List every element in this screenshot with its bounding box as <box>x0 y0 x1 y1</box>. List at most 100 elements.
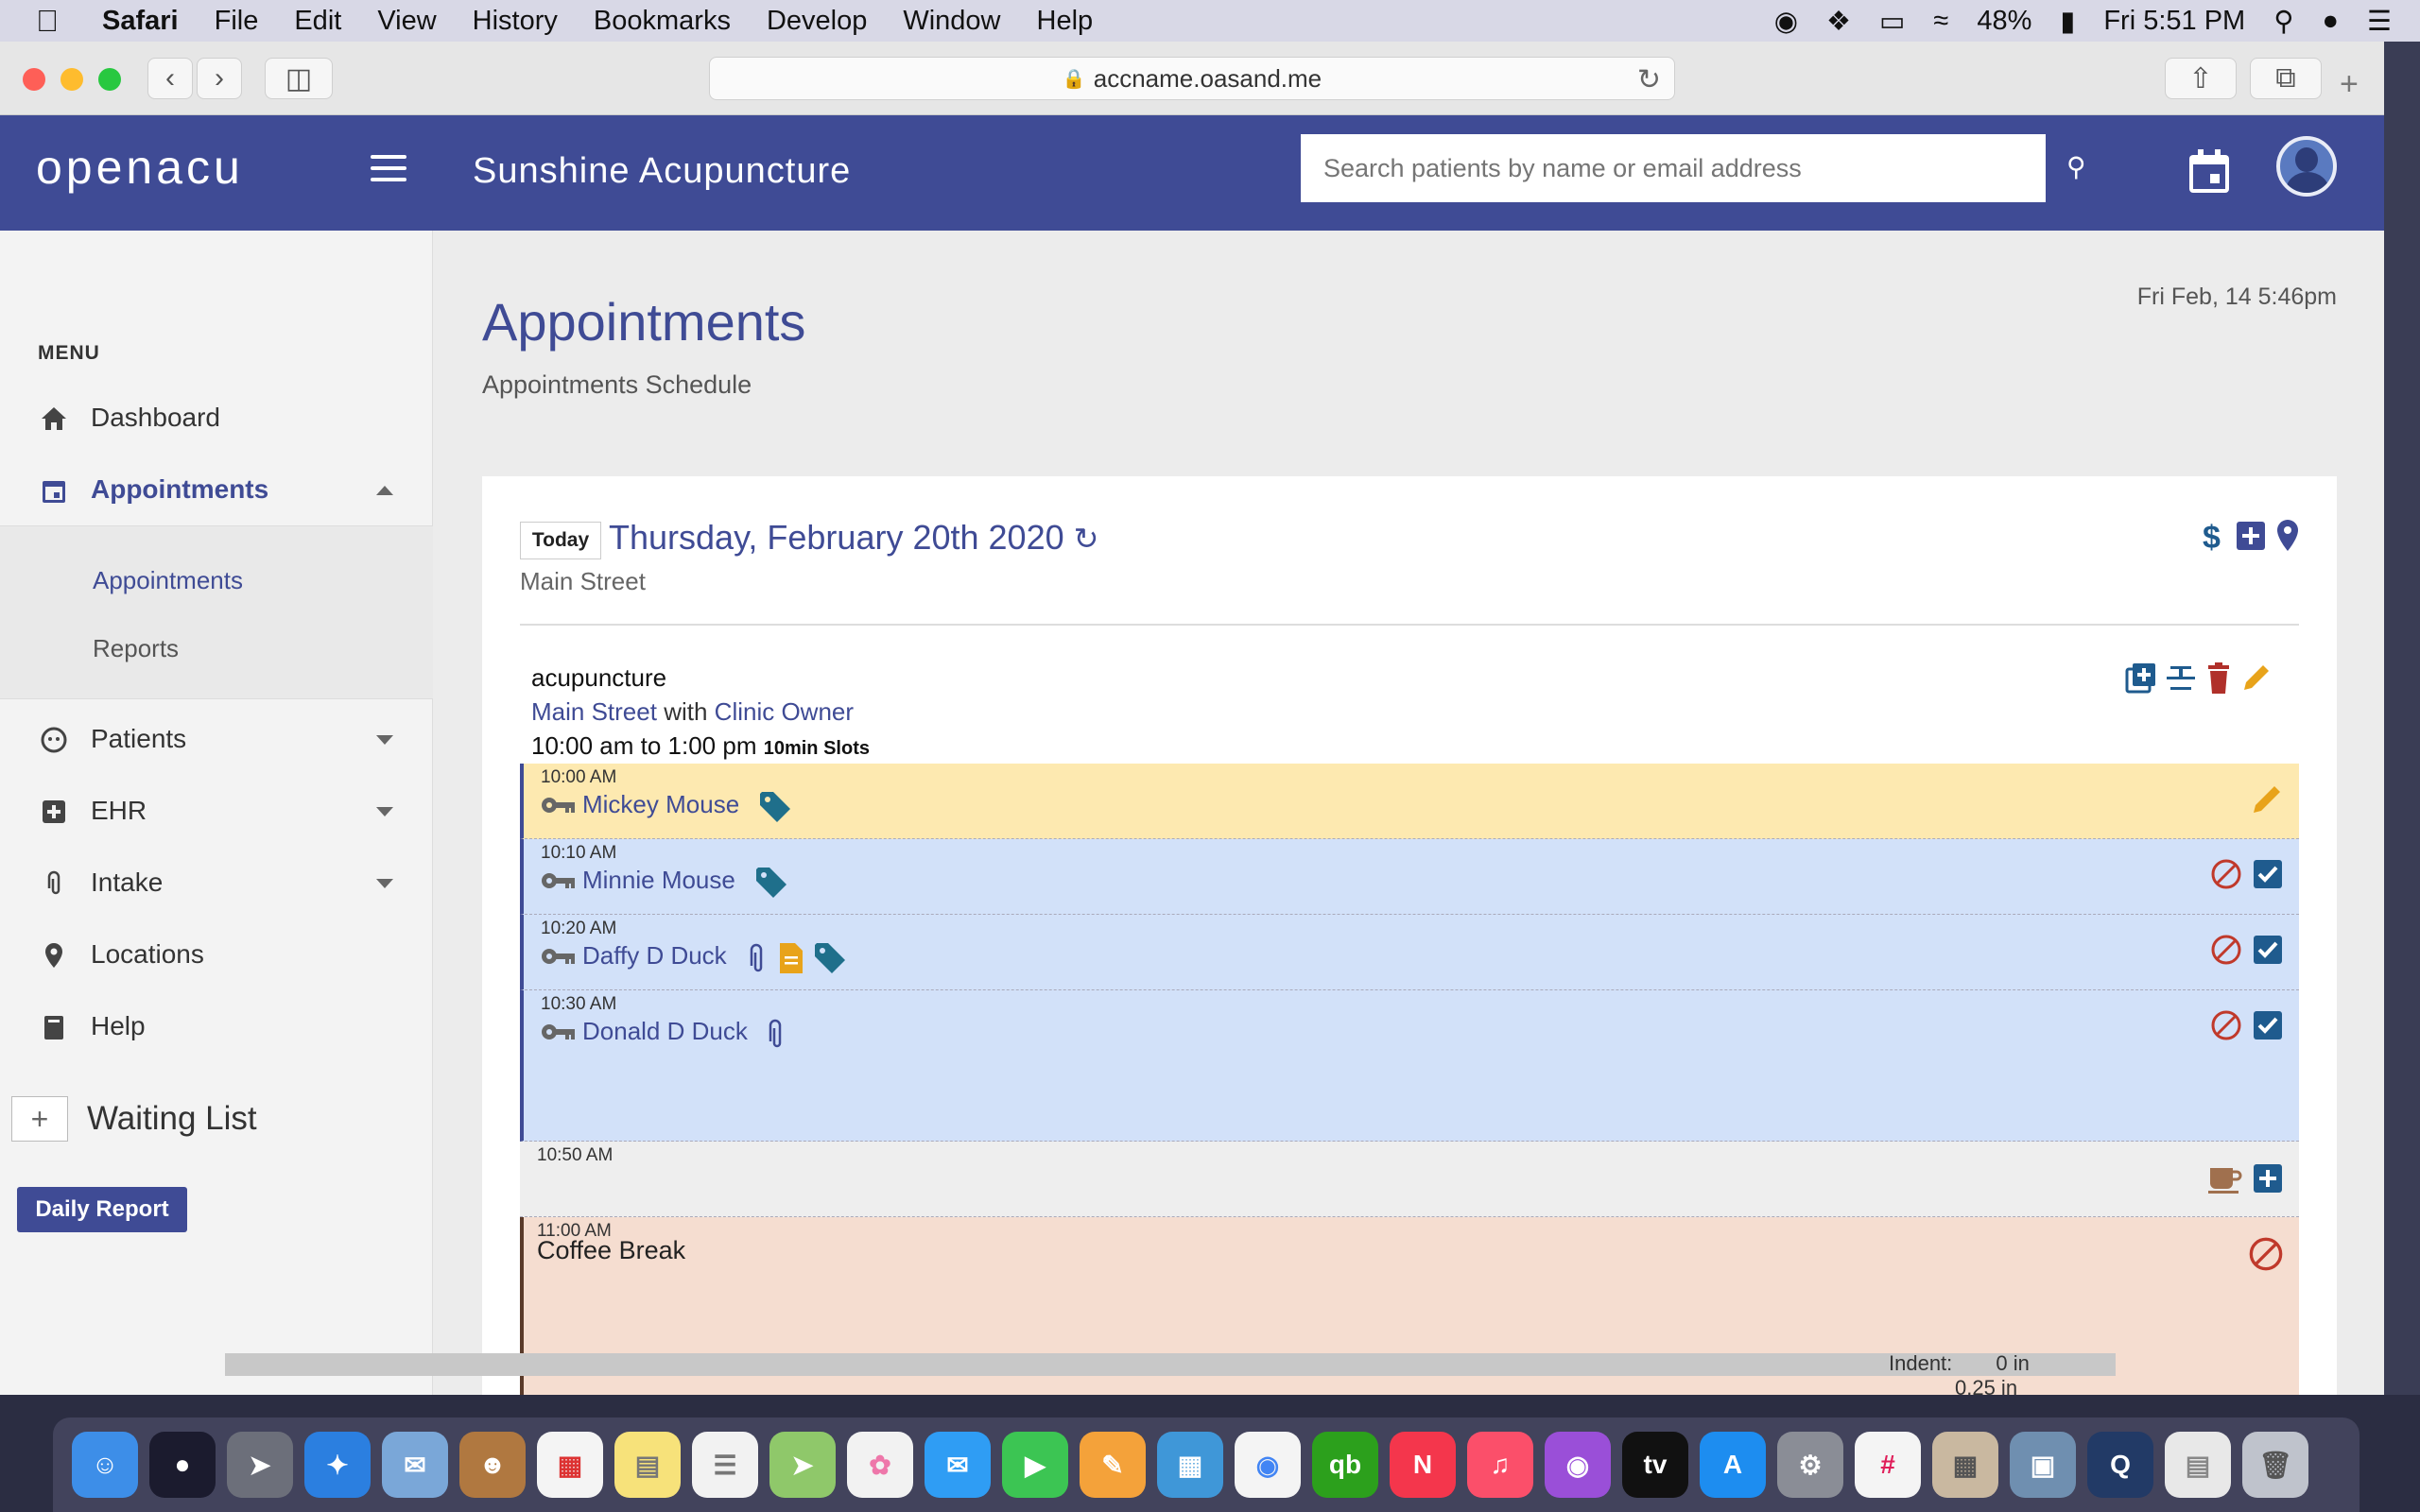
empty-slot[interactable]: 10:50 AM <box>520 1142 2299 1217</box>
sidebar-item-intake[interactable]: Intake <box>0 849 433 917</box>
menu-develop[interactable]: Develop <box>767 6 867 37</box>
zoom-window-button[interactable] <box>98 68 121 91</box>
paperclip-icon[interactable] <box>762 1017 788 1051</box>
podcasts-icon[interactable]: ◉ <box>1545 1432 1611 1498</box>
today-button[interactable]: Today <box>520 522 601 559</box>
app-store-icon[interactable]: A <box>1700 1432 1766 1498</box>
reminders-icon[interactable]: ☰ <box>692 1432 758 1498</box>
maps-icon[interactable]: ➤ <box>769 1432 836 1498</box>
tabs-overview-icon[interactable]: ⧉ <box>2250 58 2322 99</box>
contacts-icon[interactable]: ☻ <box>459 1432 526 1498</box>
block-location-link[interactable]: Main Street <box>531 697 657 726</box>
new-tab-icon[interactable]: + <box>2340 66 2359 103</box>
appointment-slot[interactable]: 10:10 AM Minnie Mouse <box>520 839 2299 915</box>
indent-value[interactable]: 0 in <box>1996 1351 2029 1375</box>
sidebar-item-dashboard[interactable]: Dashboard <box>0 384 433 452</box>
chevron-down-icon[interactable] <box>376 807 393 816</box>
notification-center-icon[interactable]: ☰ <box>2367 5 2392 38</box>
duplicate-add-icon[interactable] <box>2125 662 2157 696</box>
patient-name-link[interactable]: Mickey Mouse <box>582 790 739 819</box>
search-icon[interactable]: ⚲ <box>2066 151 2086 182</box>
hamburger-menu-icon[interactable] <box>371 155 406 189</box>
menu-window[interactable]: Window <box>903 6 1000 37</box>
trash-icon[interactable]: 🗑 <box>2242 1432 2308 1498</box>
document-icon[interactable] <box>777 941 805 975</box>
news-icon[interactable]: N <box>1390 1432 1456 1498</box>
tag-icon[interactable] <box>758 790 792 824</box>
spotlight-icon[interactable]: ⚲ <box>2273 5 2293 38</box>
finder-icon[interactable]: ☺ <box>72 1432 138 1498</box>
calendar-icon[interactable]: ▦ <box>537 1432 603 1498</box>
share-icon[interactable]: ⇧ <box>2165 58 2237 99</box>
launchpad-icon[interactable]: ➤ <box>227 1432 293 1498</box>
patient-name-link[interactable]: Donald D Duck <box>582 1017 748 1046</box>
cancel-icon[interactable] <box>2210 1009 2242 1041</box>
menu-view[interactable]: View <box>377 6 436 37</box>
subnav-appointments[interactable]: Appointments <box>93 566 243 595</box>
patient-name-link[interactable]: Daffy D Duck <box>582 941 727 971</box>
reload-icon[interactable]: ↻ <box>1637 63 1661 96</box>
menu-history[interactable]: History <box>473 6 558 37</box>
battery-percent[interactable]: 48% <box>1977 6 2031 37</box>
patient-name-link[interactable]: Minnie Mouse <box>582 866 735 895</box>
back-icon[interactable]: ‹ <box>147 58 193 99</box>
add-square-icon[interactable] <box>2252 1162 2284 1194</box>
music-icon[interactable]: ♫ <box>1467 1432 1533 1498</box>
chevron-down-icon[interactable] <box>376 735 393 745</box>
messages-icon[interactable]: ✉ <box>925 1432 991 1498</box>
appointment-slot[interactable]: 10:20 AM Daffy D Duck <box>520 915 2299 990</box>
notes-icon[interactable]: ▤ <box>614 1432 681 1498</box>
menu-edit[interactable]: Edit <box>294 6 341 37</box>
apple-icon[interactable]:  <box>36 4 70 39</box>
menu-app-safari[interactable]: Safari <box>102 6 179 37</box>
minimize-window-button[interactable] <box>60 68 83 91</box>
close-window-button[interactable] <box>23 68 45 91</box>
schedule-date[interactable]: Thursday, February 20th 2020 ↻ <box>609 518 1098 558</box>
appointment-slot[interactable]: 10:30 AM Donald D Duck <box>520 990 2299 1142</box>
refresh-icon[interactable]: ↻ <box>1074 522 1099 556</box>
slack-icon[interactable]: # <box>1855 1432 1921 1498</box>
quickbooks-icon[interactable]: qb <box>1312 1432 1378 1498</box>
pencil-icon[interactable] <box>2240 662 2273 696</box>
dropbox-icon[interactable]: ❖ <box>1826 5 1851 38</box>
appointment-slot[interactable]: 10:00 AM Mickey Mouse <box>520 764 2299 839</box>
mail-icon[interactable]: ✉ <box>382 1432 448 1498</box>
siri-icon[interactable]: ● <box>2322 6 2339 37</box>
wifi-icon[interactable]: ≈ <box>1933 6 1948 37</box>
facetime-icon[interactable]: ▶ <box>1002 1432 1068 1498</box>
daily-report-button[interactable]: Daily Report <box>17 1187 187 1232</box>
document-icon[interactable]: ▤ <box>2165 1432 2231 1498</box>
chevron-up-icon[interactable] <box>376 486 393 495</box>
airplay-icon[interactable]: ▭ <box>1879 5 1905 38</box>
sidebar-item-ehr[interactable]: EHR <box>0 777 433 845</box>
map-pin-icon[interactable] <box>2274 518 2301 554</box>
menubar-clock[interactable]: Fri 5:51 PM <box>2103 6 2245 37</box>
spacing-value[interactable]: 0.25 in <box>1955 1376 2017 1400</box>
menu-help[interactable]: Help <box>1037 6 1094 37</box>
trash-icon[interactable] <box>2204 662 2233 696</box>
sidebar-item-appointments[interactable]: Appointments <box>0 455 433 524</box>
menu-bookmarks[interactable]: Bookmarks <box>594 6 731 37</box>
safari-icon[interactable]: ✦ <box>304 1432 371 1498</box>
cancel-icon[interactable] <box>2210 858 2242 890</box>
sidebar-item-help[interactable]: Help <box>0 992 433 1060</box>
pages-icon[interactable]: ✎ <box>1080 1432 1146 1498</box>
cancel-icon[interactable] <box>2210 934 2242 966</box>
coffee-cup-icon[interactable] <box>2208 1162 2242 1194</box>
address-bar[interactable]: 🔒 accname.oasand.me ↻ <box>709 57 1675 100</box>
pencil-icon[interactable] <box>2250 782 2284 816</box>
paperclip-icon[interactable] <box>743 941 769 975</box>
checkbox-checked-icon[interactable] <box>2252 858 2284 890</box>
record-icon[interactable]: ◉ <box>1774 5 1798 38</box>
sidebar-item-locations[interactable]: Locations <box>0 920 433 988</box>
checkbox-checked-icon[interactable] <box>2252 934 2284 966</box>
patient-search-input[interactable] <box>1301 134 2046 202</box>
chrome-icon[interactable]: ◉ <box>1235 1432 1301 1498</box>
menu-file[interactable]: File <box>215 6 259 37</box>
cancel-icon[interactable] <box>2248 1236 2284 1272</box>
user-avatar[interactable] <box>2276 136 2337 197</box>
sidebar-toggle-icon[interactable]: ◫ <box>265 58 333 99</box>
apple-tv-icon[interactable]: tv <box>1622 1432 1688 1498</box>
strikethrough-icon[interactable] <box>2165 662 2197 696</box>
siri-icon[interactable]: ● <box>149 1432 216 1498</box>
